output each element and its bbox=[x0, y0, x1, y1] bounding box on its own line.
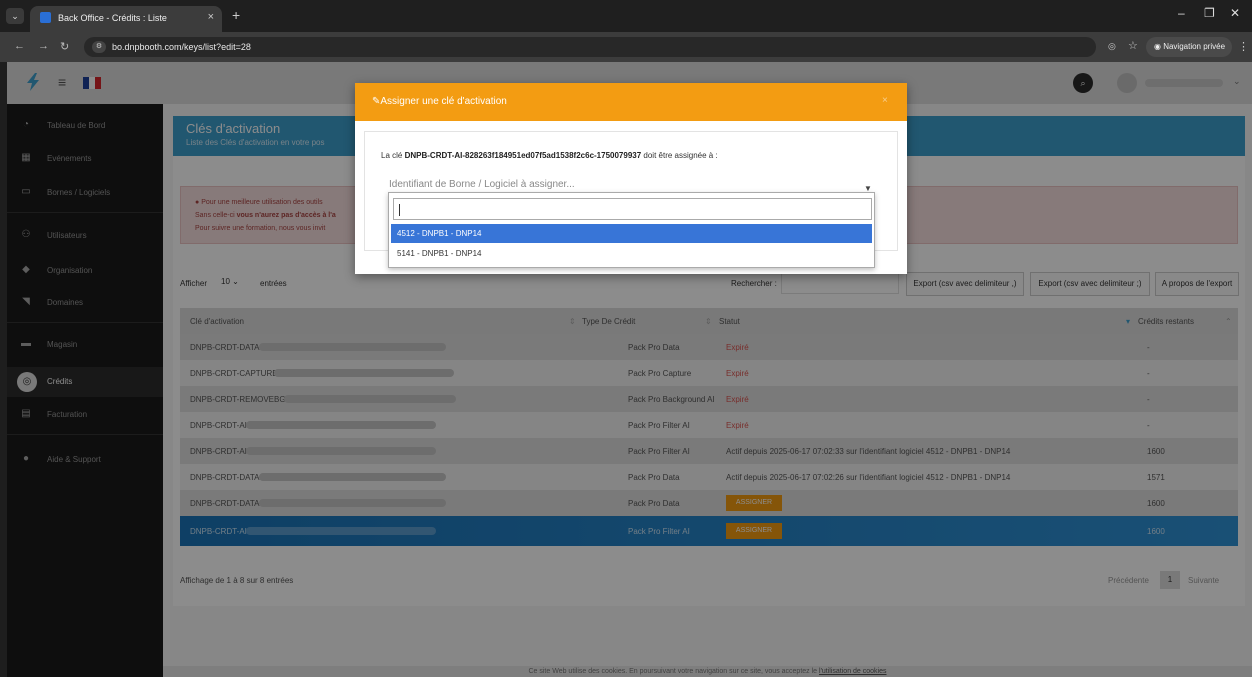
modal-text-pre: La clé bbox=[381, 151, 405, 160]
private-browsing-button[interactable]: ◉ Navigation privée bbox=[1146, 37, 1232, 57]
forward-icon[interactable]: → bbox=[38, 40, 49, 52]
modal-title: ✎Assigner une clé d'activation bbox=[372, 96, 507, 107]
select-dropdown: 4512 - DNPB1 - DNP14 5141 - DNPB1 - DNP1… bbox=[388, 192, 875, 268]
eye-off-icon[interactable]: ◎ bbox=[1108, 41, 1116, 52]
site-settings-icon[interactable]: ⚙ bbox=[92, 41, 106, 53]
back-icon[interactable]: ← bbox=[14, 40, 25, 52]
modal-message: La clé DNPB-CRDT-AI-828263f184951ed07f5a… bbox=[381, 151, 718, 160]
tab-title: Back Office - Crédits : Liste bbox=[58, 13, 167, 23]
browser-menu-icon[interactable]: ⋮ bbox=[1238, 40, 1249, 53]
dropdown-search-input[interactable] bbox=[393, 198, 872, 220]
browser-tab[interactable]: Back Office - Crédits : Liste × bbox=[30, 6, 222, 32]
reload-icon[interactable]: ↻ bbox=[60, 40, 69, 53]
dropdown-option[interactable]: 5141 - DNPB1 - DNP14 bbox=[391, 244, 872, 263]
address-bar[interactable]: ⚙ bo.dnpbooth.com/keys/list?edit=28 bbox=[84, 37, 1096, 57]
browser-toolbar: ← → ↻ ⚙ bo.dnpbooth.com/keys/list?edit=2… bbox=[0, 32, 1252, 62]
minimize-icon[interactable]: – bbox=[1178, 6, 1185, 20]
window-close-icon[interactable]: ✕ bbox=[1230, 6, 1240, 20]
modal-title-text: Assigner une clé d'activation bbox=[380, 96, 507, 107]
browser-tabbar: ⌄ Back Office - Crédits : Liste × + – ❐ … bbox=[0, 0, 1252, 32]
modal-text-post: doit être assignée à : bbox=[641, 151, 718, 160]
tab-close-icon[interactable]: × bbox=[208, 11, 214, 23]
text-cursor bbox=[399, 204, 400, 216]
modal-key: DNPB-CRDT-AI-828263f184951ed07f5ad1538f2… bbox=[404, 151, 642, 160]
modal-close-icon[interactable]: × bbox=[882, 95, 888, 106]
incognito-icon: ◉ bbox=[1154, 42, 1164, 51]
private-label: Navigation privée bbox=[1163, 42, 1226, 51]
tab-search-icon[interactable]: ⌄ bbox=[6, 8, 24, 24]
favicon-icon bbox=[40, 12, 51, 23]
new-tab-icon[interactable]: + bbox=[232, 7, 240, 23]
select-placeholder: Identifiant de Borne / Logiciel à assign… bbox=[389, 179, 575, 190]
restore-icon[interactable]: ❐ bbox=[1204, 6, 1215, 20]
bookmark-star-icon[interactable]: ☆ bbox=[1128, 39, 1138, 52]
url-text: bo.dnpbooth.com/keys/list?edit=28 bbox=[112, 42, 251, 52]
dropdown-option[interactable]: 4512 - DNPB1 - DNP14 bbox=[391, 224, 872, 243]
modal-header: ✎Assigner une clé d'activation × bbox=[355, 83, 907, 121]
